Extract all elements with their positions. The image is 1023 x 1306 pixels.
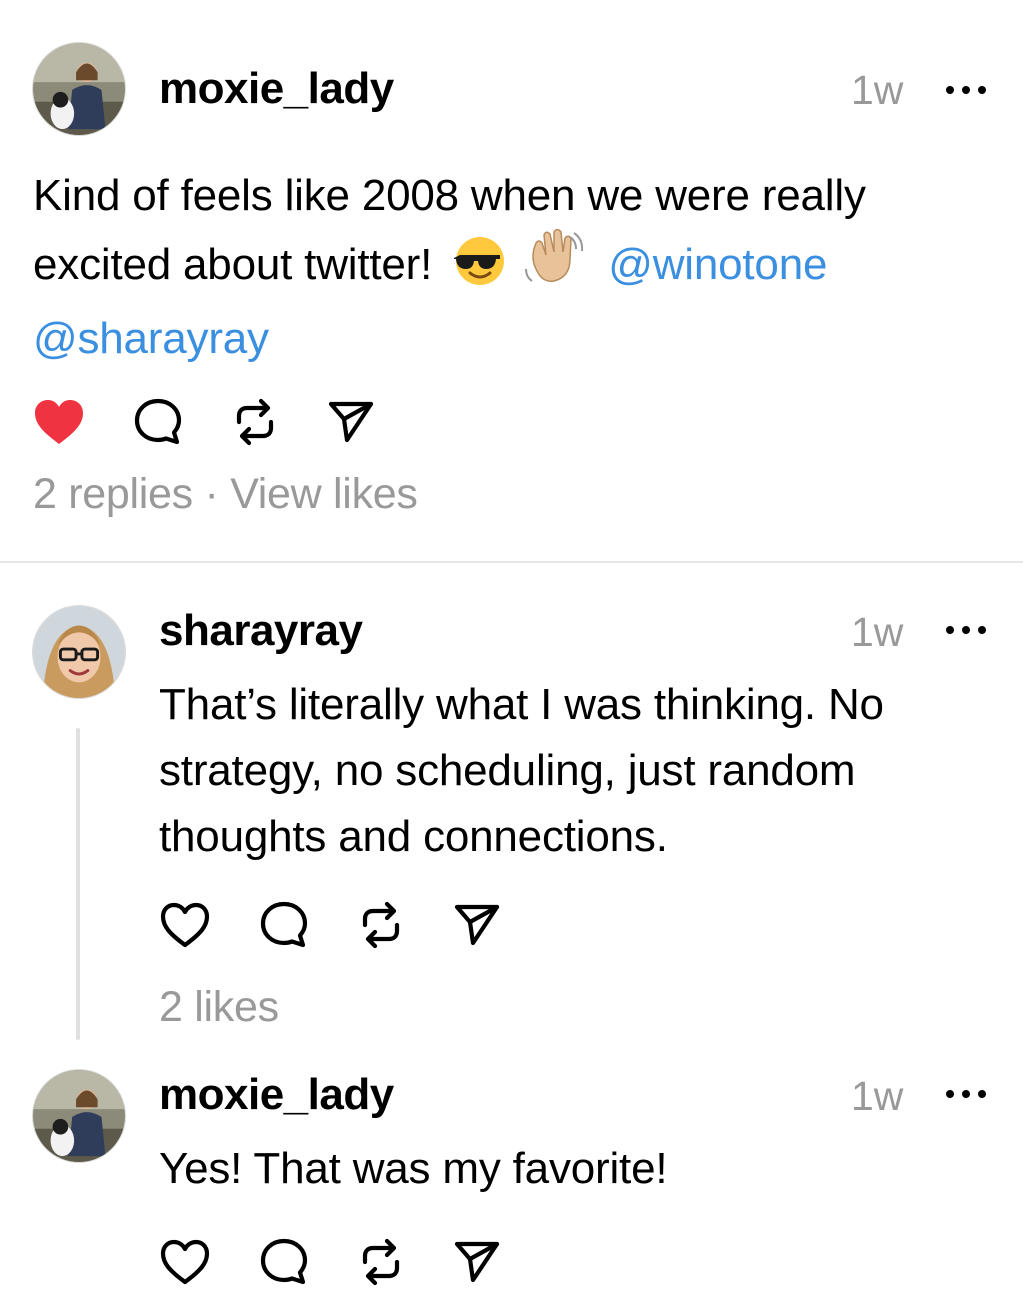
comment-icon[interactable] [133, 397, 183, 452]
post-text: That’s literally what I was thinking. No… [159, 672, 1009, 870]
more-icon[interactable] [946, 78, 986, 102]
mention-link[interactable]: @winotone [608, 240, 827, 289]
post-text: Yes! That was my favorite! [159, 1144, 668, 1193]
post-text-fragment: excited about twitter! [33, 240, 433, 289]
action-bar [33, 396, 375, 453]
post-text-line: That’s literally what I was thinking. No [159, 680, 884, 729]
heart-icon[interactable] [33, 398, 85, 451]
post-text-line: excited about twitter! @winotone [33, 228, 1003, 306]
post-meta: 2 replies · View likes [33, 470, 418, 519]
repost-icon[interactable] [231, 396, 279, 453]
repost-icon[interactable] [357, 1236, 405, 1293]
avatar[interactable] [32, 42, 126, 136]
replies-count-link[interactable]: 2 replies [33, 470, 193, 518]
share-icon[interactable] [327, 399, 375, 450]
username[interactable]: moxie_lady [159, 64, 394, 114]
comment-icon[interactable] [259, 1237, 309, 1292]
repost-icon[interactable] [357, 899, 405, 956]
post-text-line: strategy, no scheduling, just random [159, 746, 856, 795]
meta-separator: · [204, 470, 219, 518]
username[interactable]: moxie_lady [159, 1070, 394, 1120]
share-icon[interactable] [453, 1239, 501, 1290]
timestamp: 1w [851, 609, 904, 655]
heart-icon[interactable] [159, 901, 211, 954]
thread-line [76, 728, 80, 1040]
post-text-line: thoughts and connections. [159, 812, 668, 861]
avatar-image [33, 606, 125, 698]
avatar-image [33, 43, 125, 135]
avatar[interactable] [32, 605, 126, 699]
timestamp: 1w [851, 1073, 904, 1119]
post-meta: 2 likes [159, 983, 279, 1032]
sunglasses-emoji-icon [452, 235, 506, 306]
timestamp: 1w [851, 67, 904, 113]
thread-page: moxie_lady 1w Kind of feels like 2008 wh… [0, 0, 1023, 1306]
post-text-line: @sharayray [33, 306, 1003, 372]
more-icon[interactable] [946, 618, 986, 642]
action-bar [159, 1236, 501, 1293]
avatar[interactable] [32, 1069, 126, 1163]
post-text: Kind of feels like 2008 when we were rea… [33, 163, 1003, 372]
view-likes-link[interactable]: View likes [230, 470, 418, 518]
avatar-image [33, 1070, 125, 1162]
username[interactable]: sharayray [159, 606, 363, 656]
action-bar [159, 899, 501, 956]
divider [0, 561, 1023, 563]
mention-link[interactable]: @sharayray [33, 314, 269, 363]
heart-icon[interactable] [159, 1238, 211, 1291]
post-text-line: Kind of feels like 2008 when we were rea… [33, 171, 866, 220]
likes-count-link[interactable]: 2 likes [159, 983, 279, 1031]
share-icon[interactable] [453, 902, 501, 953]
more-icon[interactable] [946, 1082, 986, 1106]
comment-icon[interactable] [259, 900, 309, 955]
waving-hand-emoji-icon [522, 228, 584, 306]
